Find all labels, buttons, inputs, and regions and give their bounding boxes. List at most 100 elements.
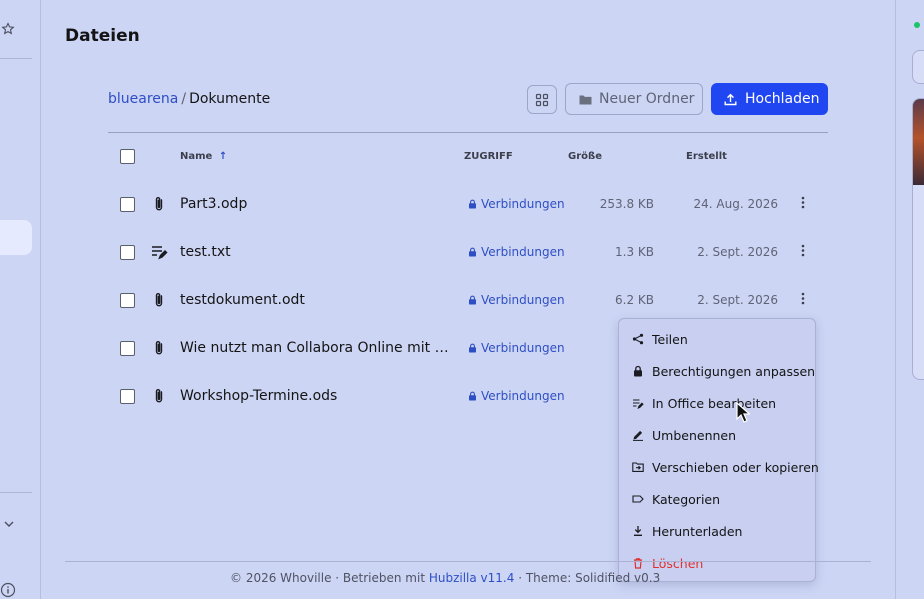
menu-item-tag[interactable]: Kategorien [619, 483, 815, 515]
breadcrumb-current: Dokumente [189, 91, 271, 107]
access-link[interactable]: Verbindungen [468, 293, 565, 307]
new-folder-button[interactable]: Neuer Ordner [565, 83, 703, 115]
folder-icon [579, 95, 592, 104]
column-header-name[interactable]: Name ↑ [180, 151, 227, 162]
file-created-date: 2. Sept. 2026 [697, 293, 778, 307]
file-size: 253.8 KB [599, 197, 654, 211]
sort-ascending-icon: ↑ [218, 151, 228, 162]
column-header-size[interactable]: Größe [568, 151, 602, 162]
right-panel-card[interactable] [912, 98, 924, 380]
file-size: 6.2 KB [615, 293, 654, 307]
card-image [913, 99, 924, 185]
column-header-created[interactable]: Erstellt [686, 151, 727, 162]
row-checkbox[interactable] [120, 197, 135, 212]
more-actions-icon[interactable] [798, 241, 808, 261]
left-sidebar [0, 0, 41, 599]
row-checkbox[interactable] [120, 245, 135, 260]
file-name-link[interactable]: testdokument.odt [180, 292, 305, 308]
upload-button[interactable]: Hochladen [711, 83, 828, 115]
paperclip-icon [150, 195, 168, 213]
menu-item-pencil[interactable]: Umbenennen [619, 419, 815, 451]
select-all-checkbox[interactable] [120, 149, 135, 164]
file-row[interactable]: Part3.odp Verbindungen 253.8 KB 24. Aug. 20… [108, 180, 828, 228]
more-actions-icon[interactable] [798, 289, 808, 309]
lock-icon [469, 391, 476, 401]
file-row[interactable]: testdokument.odt Verbindungen 6.2 KB 2. Sep… [108, 276, 828, 324]
chevron-down-icon[interactable] [3, 518, 15, 530]
mouse-cursor-icon [736, 402, 750, 423]
menu-item-label: Kategorien [652, 491, 721, 507]
grid-icon [535, 93, 549, 106]
file-name-link[interactable]: Wie nutzt man Collabora Online mit Hu... [180, 340, 454, 356]
menu-item-label: Löschen [652, 555, 704, 571]
row-checkbox[interactable] [120, 389, 135, 404]
star-icon[interactable] [1, 22, 15, 36]
menu-item-label: Verschieben oder kopieren [652, 459, 819, 475]
access-link[interactable]: Verbindungen [468, 341, 565, 355]
text-edit-icon [632, 397, 644, 409]
breadcrumb-separator: / [181, 91, 187, 107]
pencil-icon [632, 429, 644, 441]
breadcrumb: bluearena / Dokumente [108, 91, 270, 107]
menu-item-text-edit[interactable]: In Office bearbeiten [619, 387, 815, 419]
tag-icon [632, 493, 644, 505]
folder-move-icon [632, 461, 644, 473]
paperclip-icon [150, 291, 168, 309]
access-label: Verbindungen [481, 293, 565, 307]
sidebar-active-item[interactable] [0, 220, 32, 255]
menu-item-label: Umbenennen [652, 427, 737, 443]
footer: © 2026 Whoville · Betrieben mit Hubzilla… [230, 571, 660, 585]
column-name-label: Name [180, 151, 213, 162]
trash-icon [632, 557, 644, 569]
file-name-link[interactable]: Workshop-Termine.ods [180, 388, 337, 404]
menu-item-label: In Office bearbeiten [652, 395, 777, 411]
paperclip-icon [150, 387, 168, 405]
right-sidebar [895, 0, 924, 599]
grid-view-button[interactable] [527, 85, 557, 114]
breadcrumb-parent-link[interactable]: bluearena [108, 91, 178, 107]
access-label: Verbindungen [481, 389, 565, 403]
column-header-access: ZUGRIFF [464, 151, 513, 162]
sidebar-divider [0, 58, 32, 59]
info-icon[interactable] [0, 582, 16, 598]
download-icon [632, 525, 644, 537]
file-created-date: 24. Aug. 2026 [693, 197, 779, 211]
lock-icon [469, 295, 476, 305]
menu-item-label: Teilen [652, 331, 688, 347]
paperclip-icon [150, 339, 168, 357]
row-checkbox[interactable] [120, 341, 135, 356]
toolbar-divider [108, 132, 828, 133]
file-name-link[interactable]: Part3.odp [180, 196, 247, 212]
share-icon [632, 333, 644, 345]
file-created-date: 2. Sept. 2026 [697, 245, 778, 259]
access-label: Verbindungen [481, 245, 565, 259]
access-link[interactable]: Verbindungen [468, 389, 565, 403]
footer-prefix: © 2026 Whoville · Betrieben mit [230, 571, 429, 585]
file-context-menu: Teilen Berechtigungen anpassen In Office b… [618, 318, 819, 582]
menu-item-folder-move[interactable]: Verschieben oder kopieren [619, 451, 819, 483]
online-status-dot [914, 22, 920, 28]
menu-item-label: Berechtigungen anpassen [652, 363, 816, 379]
text-edit-icon [150, 243, 168, 261]
right-panel-widget[interactable] [912, 50, 924, 84]
upload-label: Hochladen [745, 91, 820, 107]
footer-divider [65, 561, 871, 562]
more-actions-icon[interactable] [798, 193, 808, 213]
upload-icon [724, 93, 737, 105]
new-folder-label: Neuer Ordner [599, 91, 695, 107]
sidebar-divider [0, 492, 32, 493]
lock-icon [469, 199, 476, 209]
footer-hubzilla-link[interactable]: Hubzilla v11.4 [429, 571, 515, 585]
menu-item-lock[interactable]: Berechtigungen anpassen [619, 355, 815, 387]
menu-item-download[interactable]: Herunterladen [619, 515, 815, 547]
access-link[interactable]: Verbindungen [468, 197, 565, 211]
lock-icon [469, 247, 476, 257]
row-checkbox[interactable] [120, 293, 135, 308]
menu-item-share[interactable]: Teilen [619, 323, 815, 355]
file-name-link[interactable]: test.txt [180, 244, 231, 260]
file-size: 1.3 KB [615, 245, 654, 259]
menu-item-label: Herunterladen [652, 523, 743, 539]
lock-icon [632, 365, 644, 377]
access-link[interactable]: Verbindungen [468, 245, 565, 259]
file-row[interactable]: test.txt Verbindungen 1.3 KB 2. Sept. 2026 [108, 228, 828, 276]
